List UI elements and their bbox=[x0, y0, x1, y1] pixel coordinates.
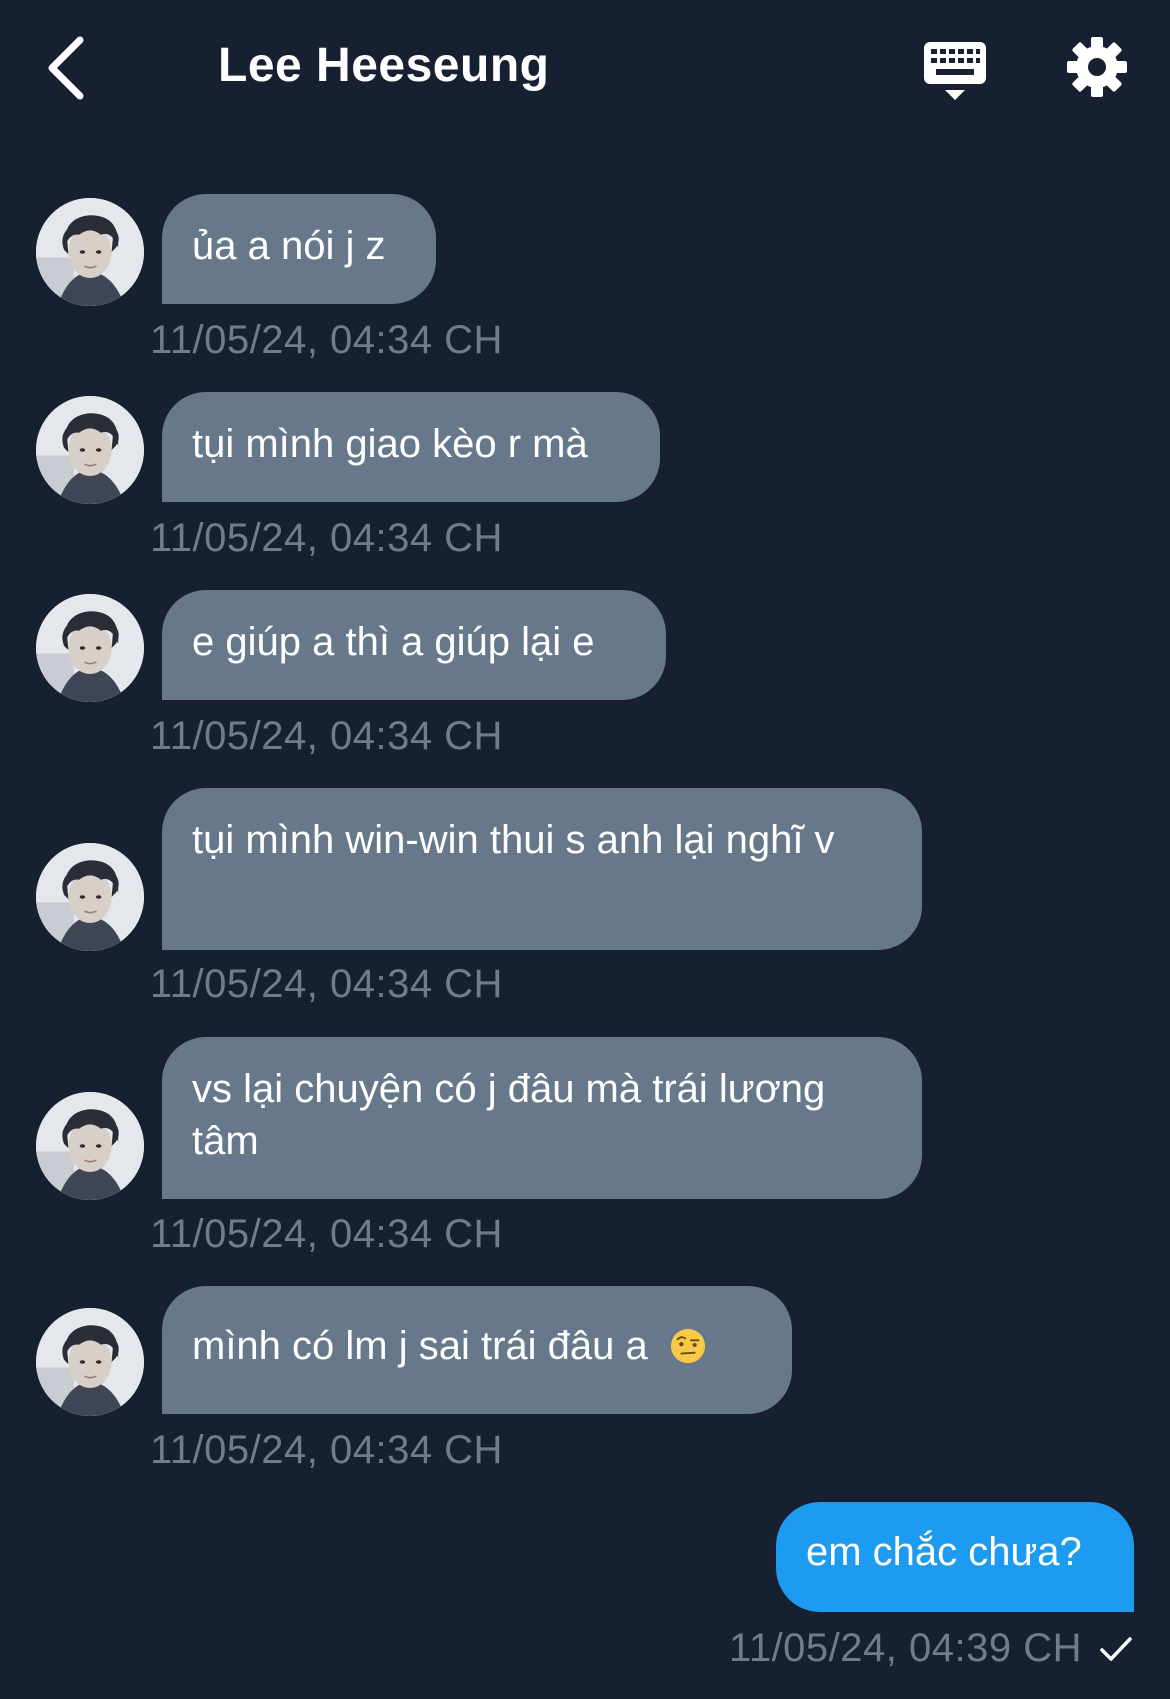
gear-icon bbox=[1067, 37, 1127, 97]
avatar-image bbox=[36, 198, 144, 306]
message-text: tụi mình win-win thui s anh lại nghĩ v bbox=[192, 818, 835, 862]
message-text: mình có lm j sai trái đâu a bbox=[192, 1324, 648, 1368]
message-text: ủa a nói j z bbox=[192, 224, 386, 268]
avatar[interactable] bbox=[36, 1308, 144, 1416]
message-text: e giúp a thì a giúp lại e bbox=[192, 620, 595, 664]
chat-header: Lee Heeseung bbox=[0, 0, 1170, 140]
avatar-image bbox=[36, 594, 144, 702]
keyboard-icon bbox=[924, 42, 986, 100]
keyboard-button[interactable] bbox=[920, 36, 990, 106]
chevron-left-icon bbox=[48, 36, 84, 100]
raised-eyebrow-emoji bbox=[670, 1328, 705, 1364]
message-timestamp: 11/05/24, 04:34 CH bbox=[150, 962, 503, 1006]
message-bubble-incoming[interactable]: e giúp a thì a giúp lại e bbox=[162, 590, 666, 700]
message-bubble-outgoing[interactable]: em chắc chưa? bbox=[776, 1502, 1134, 1612]
message-text: em chắc chưa? bbox=[806, 1530, 1082, 1574]
avatar-image bbox=[36, 1092, 144, 1200]
message-timestamp: 11/05/24, 04:34 CH bbox=[150, 318, 503, 362]
message-bubble-incoming[interactable]: tụi mình win-win thui s anh lại nghĩ v bbox=[162, 788, 922, 950]
message-text: tụi mình giao kèo r mà bbox=[192, 422, 588, 466]
message-timestamp: 11/05/24, 04:39 CH bbox=[729, 1626, 1082, 1670]
avatar-image bbox=[36, 843, 144, 951]
message-bubble-incoming[interactable]: mình có lm j sai trái đâu a bbox=[162, 1286, 792, 1414]
avatar-image bbox=[36, 396, 144, 504]
avatar[interactable] bbox=[36, 594, 144, 702]
message-timestamp: 11/05/24, 04:34 CH bbox=[150, 516, 503, 560]
message-bubble-incoming[interactable]: vs lại chuyện có j đâu mà trái lương tâm bbox=[162, 1037, 922, 1199]
avatar[interactable] bbox=[36, 1092, 144, 1200]
back-button[interactable] bbox=[40, 30, 100, 110]
message-text: vs lại chuyện có j đâu mà trái lương tâm bbox=[192, 1067, 826, 1163]
avatar[interactable] bbox=[36, 843, 144, 951]
avatar[interactable] bbox=[36, 198, 144, 306]
avatar[interactable] bbox=[36, 396, 144, 504]
message-timestamp: 11/05/24, 04:34 CH bbox=[150, 1428, 503, 1472]
settings-button[interactable] bbox=[1064, 34, 1130, 100]
checkmark-icon bbox=[1100, 1636, 1132, 1661]
message-timestamp: 11/05/24, 04:34 CH bbox=[150, 1212, 503, 1256]
message-timestamp: 11/05/24, 04:34 CH bbox=[150, 714, 503, 758]
message-bubble-incoming[interactable]: tụi mình giao kèo r mà bbox=[162, 392, 660, 502]
message-timestamp-outgoing: 11/05/24, 04:39 CH bbox=[729, 1626, 1134, 1671]
page-title: Lee Heeseung bbox=[218, 39, 550, 92]
avatar-image bbox=[36, 1308, 144, 1416]
message-bubble-incoming[interactable]: ủa a nói j z bbox=[162, 194, 436, 304]
